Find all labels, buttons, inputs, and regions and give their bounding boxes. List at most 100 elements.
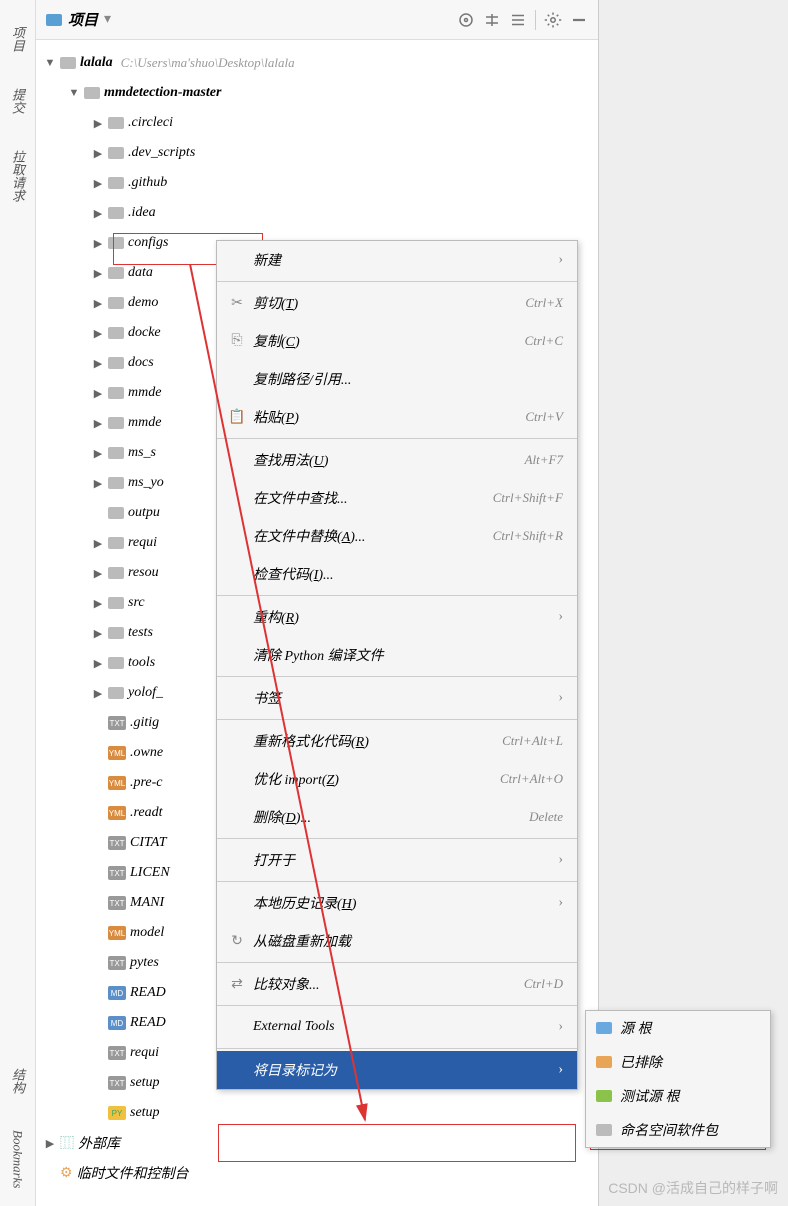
file-icon: PY — [108, 1106, 126, 1120]
mark-directory-submenu: 源 根已排除测试源 根命名空间软件包 — [585, 1010, 771, 1148]
context-menu-item[interactable]: 📋粘贴(P)Ctrl+V — [217, 398, 577, 436]
file-icon: TXT — [108, 1076, 126, 1090]
folder-icon — [108, 627, 124, 639]
folder-icon — [108, 327, 124, 339]
rail-structure[interactable]: 结构 — [8, 1068, 27, 1094]
file-icon: MD — [108, 1016, 126, 1030]
watermark: CSDN @活成自己的样子啊 — [608, 1178, 778, 1198]
context-menu-item[interactable]: ⇄比较对象...Ctrl+D — [217, 965, 577, 1003]
rail-commit[interactable]: 提交 — [8, 88, 27, 114]
gear-icon[interactable] — [544, 11, 562, 29]
context-menu-item[interactable]: 删除(D)...Delete — [217, 798, 577, 836]
menu-item-icon: ⎘ — [227, 333, 247, 349]
context-menu-item[interactable]: 复制路径/引用... — [217, 360, 577, 398]
dropdown-icon[interactable]: ▾ — [104, 11, 111, 28]
folder-icon — [108, 597, 124, 609]
tree-node[interactable]: ▶.github — [36, 168, 598, 198]
context-menu-item[interactable]: 重构(R)› — [217, 598, 577, 636]
context-menu-item[interactable]: 在文件中替换(A)...Ctrl+Shift+R — [217, 517, 577, 555]
file-icon: TXT — [108, 716, 126, 730]
folder-icon — [108, 537, 124, 549]
scratch-icon: ⚙ — [60, 1165, 73, 1182]
folder-icon — [108, 447, 124, 459]
context-menu-item[interactable]: 检查代码(I)... — [217, 555, 577, 593]
file-icon: TXT — [108, 1046, 126, 1060]
folder-icon — [108, 117, 124, 129]
folder-icon — [108, 207, 124, 219]
tree-node[interactable]: ▶.idea — [36, 198, 598, 228]
file-icon: MD — [108, 986, 126, 1000]
submenu-item[interactable]: 已排除 — [586, 1045, 770, 1079]
file-icon: TXT — [108, 896, 126, 910]
chevron-right-icon: › — [558, 895, 563, 911]
file-icon: TXT — [108, 866, 126, 880]
project-toolbar: 项目 ▾ — [36, 0, 598, 40]
folder-icon — [108, 237, 124, 249]
context-menu-item[interactable]: 在文件中查找...Ctrl+Shift+F — [217, 479, 577, 517]
file-icon: YML — [108, 746, 126, 760]
submenu-item[interactable]: 源 根 — [586, 1011, 770, 1045]
context-menu-item[interactable]: 本地历史记录(H)› — [217, 884, 577, 922]
project-icon — [46, 14, 62, 26]
menu-item-icon: ↻ — [227, 933, 247, 950]
folder-icon — [108, 147, 124, 159]
context-menu-item[interactable]: External Tools› — [217, 1008, 577, 1046]
tree-node[interactable]: ▶.dev_scripts — [36, 138, 598, 168]
expand-icon[interactable] — [483, 11, 501, 29]
tree-node[interactable]: ▶⚙临时文件和控制台 — [36, 1158, 598, 1188]
folder-icon — [108, 507, 124, 519]
target-icon[interactable] — [457, 11, 475, 29]
collapse-icon[interactable] — [509, 11, 527, 29]
folder-icon — [108, 567, 124, 579]
file-icon: TXT — [108, 956, 126, 970]
folder-icon — [108, 177, 124, 189]
menu-item-icon: 📋 — [227, 409, 247, 426]
folder-icon — [108, 477, 124, 489]
chevron-right-icon: › — [558, 609, 563, 625]
context-menu-item[interactable]: 打开于› — [217, 841, 577, 879]
tree-node[interactable]: ▶.circleci — [36, 108, 598, 138]
folder-icon — [108, 657, 124, 669]
context-menu-item[interactable]: ⎘复制(C)Ctrl+C — [217, 322, 577, 360]
file-icon: YML — [108, 806, 126, 820]
chevron-right-icon: › — [558, 852, 563, 868]
folder-icon — [84, 87, 100, 99]
menu-item-icon: ⇄ — [227, 976, 247, 993]
context-menu: 新建› ✂剪切(T)Ctrl+X⎘复制(C)Ctrl+C复制路径/引用...📋粘贴… — [216, 240, 578, 1090]
minimize-icon[interactable] — [570, 11, 588, 29]
context-menu-item[interactable]: 优化 import(Z)Ctrl+Alt+O — [217, 760, 577, 798]
rail-bookmarks[interactable]: Bookmarks — [10, 1130, 26, 1189]
context-menu-item[interactable]: 书签› — [217, 679, 577, 717]
context-menu-item[interactable]: 将目录标记为› — [217, 1051, 577, 1089]
folder-icon — [108, 387, 124, 399]
context-menu-item[interactable]: 新建› — [217, 241, 577, 279]
context-menu-item[interactable]: 重新格式化代码(R)Ctrl+Alt+L — [217, 722, 577, 760]
file-icon: TXT — [108, 836, 126, 850]
toolbar-title: 项目 — [68, 9, 98, 30]
context-menu-item[interactable]: 查找用法(U)Alt+F7 — [217, 441, 577, 479]
context-menu-item[interactable]: ↻从磁盘重新加载 — [217, 922, 577, 960]
folder-icon — [596, 1124, 612, 1136]
folder-icon — [596, 1090, 612, 1102]
menu-item-icon: ✂ — [227, 295, 247, 312]
folder-icon — [108, 297, 124, 309]
submenu-item[interactable]: 测试源 根 — [586, 1079, 770, 1113]
rail-project[interactable]: 项目 — [8, 26, 27, 52]
folder-icon — [108, 357, 124, 369]
context-menu-item[interactable]: 清除 Python 编译文件 — [217, 636, 577, 674]
tree-node[interactable]: ▶⿲外部库 — [36, 1128, 598, 1158]
submenu-item[interactable]: 命名空间软件包 — [586, 1113, 770, 1147]
folder-icon — [108, 687, 124, 699]
file-icon: YML — [108, 776, 126, 790]
tree-node[interactable]: ▼mmdetection-master — [36, 78, 598, 108]
file-icon: YML — [108, 926, 126, 940]
context-menu-item[interactable]: ✂剪切(T)Ctrl+X — [217, 284, 577, 322]
tree-node[interactable]: ▼lalalaC:\Users\ma'shuo\Desktop\lalala — [36, 48, 598, 78]
chevron-right-icon: › — [558, 1062, 563, 1078]
tool-window-bar: 项目 提交 拉取请求 结构 Bookmarks — [0, 0, 36, 1206]
folder-icon — [60, 57, 76, 69]
chevron-right-icon: › — [558, 690, 563, 706]
rail-pull-requests[interactable]: 拉取请求 — [8, 150, 27, 202]
folder-icon — [596, 1022, 612, 1034]
tree-node[interactable]: ▶PYsetup — [36, 1098, 598, 1128]
